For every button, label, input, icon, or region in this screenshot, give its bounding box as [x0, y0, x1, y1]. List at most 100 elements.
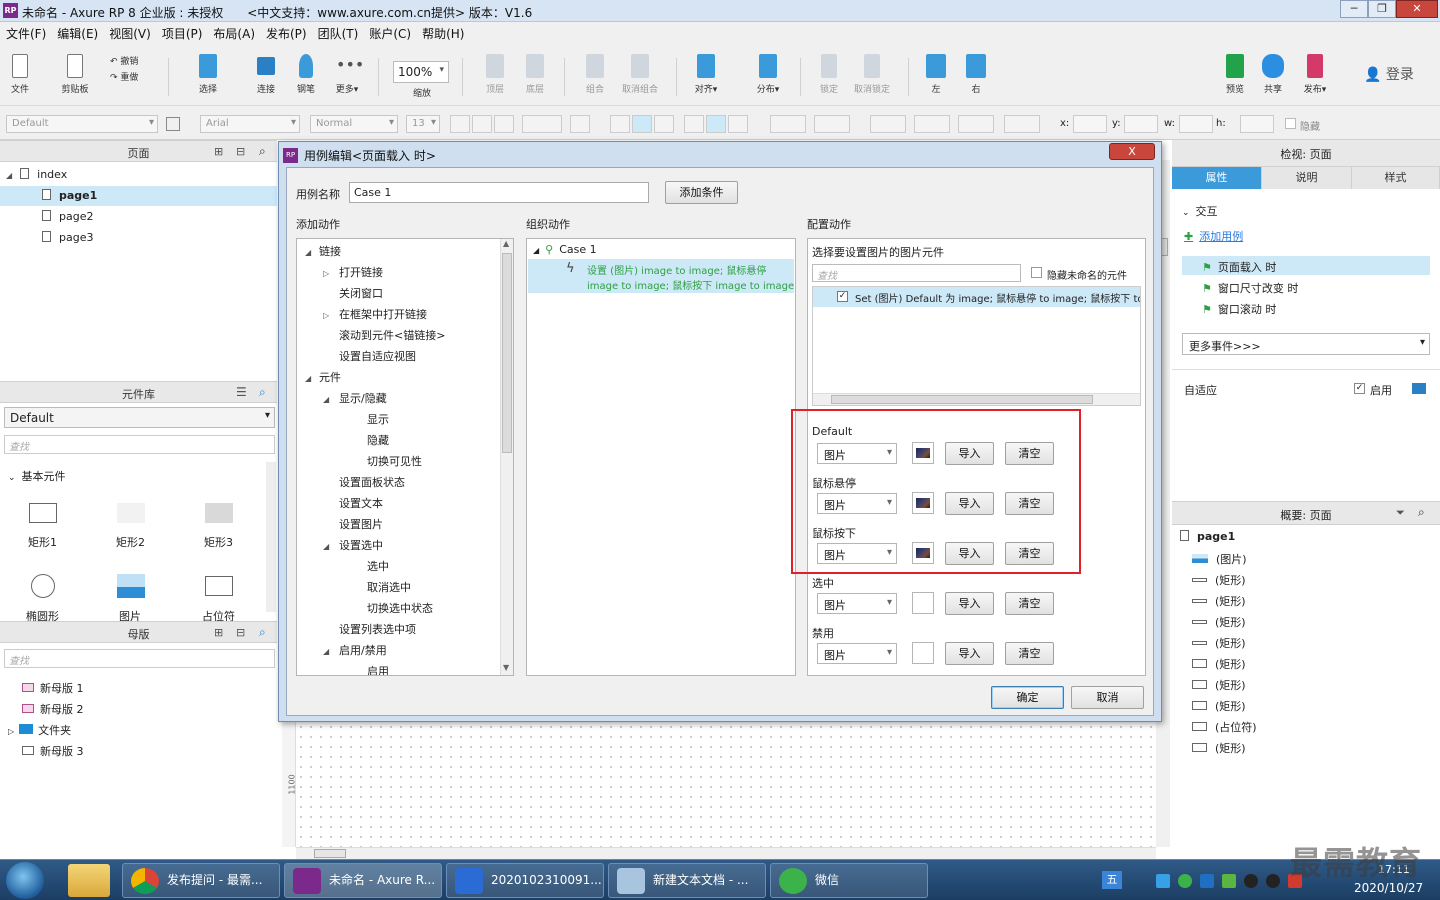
search-icon[interactable]: ⌕ — [1418, 505, 1425, 520]
ok-button[interactable]: 确定 — [991, 686, 1064, 709]
redo-button[interactable]: ↷ 重做 — [110, 70, 150, 86]
maximize-button[interactable]: ❐ — [1368, 0, 1396, 18]
add-master-icon[interactable]: ⊞ — [214, 626, 223, 639]
import-button[interactable]: 导入 — [945, 592, 994, 615]
case-node[interactable]: ◢ ⚲ Case 1 — [533, 243, 597, 256]
tab-properties[interactable]: 属性 — [1172, 167, 1262, 189]
expander-icon[interactable]: ▷ — [323, 311, 337, 320]
publish-button[interactable]: 发布▾ — [1298, 54, 1332, 95]
master-item[interactable]: 新母版 3 — [22, 743, 84, 759]
line-color-button[interactable] — [870, 115, 906, 133]
expander-icon[interactable]: ◢ — [323, 395, 337, 404]
login-button[interactable]: 👤 登录 — [1364, 64, 1414, 84]
expander-icon[interactable]: ▷ — [323, 269, 337, 278]
master-folder[interactable]: ▷ 文件夹 — [8, 722, 71, 738]
left-panel-toggle[interactable]: 左 — [922, 54, 950, 95]
event-page-load[interactable]: ⚑ 页面载入 时 — [1202, 259, 1276, 275]
widget-search-input[interactable]: 查找 — [812, 264, 1021, 282]
action-tree-item[interactable]: 启用 — [341, 663, 389, 675]
library-select[interactable]: Default ▾ — [4, 407, 275, 428]
outline-item[interactable]: (矩形) — [1192, 656, 1246, 672]
task-word[interactable]: 2020102310091... — [446, 863, 604, 898]
add-folder-icon[interactable]: ⊟ — [236, 626, 245, 639]
undo-button[interactable]: ↶ 撤销 — [110, 54, 150, 70]
more-tools-button[interactable]: ••• 更多▾ — [330, 54, 365, 95]
task-notepad[interactable]: 新建文本文档 - ... — [608, 863, 766, 898]
action-tree-item[interactable]: 设置自适应视图 — [323, 348, 416, 364]
task-axure[interactable]: 未命名 - Axure R... — [284, 863, 442, 898]
outline-item[interactable]: (矩形) — [1192, 614, 1246, 630]
line-style-button[interactable] — [958, 115, 994, 133]
distribute-button[interactable]: 分布▾ — [750, 54, 786, 95]
action-tree-item[interactable]: ▷ 在框架中打开链接 — [323, 306, 427, 322]
add-page-icon[interactable]: ⊞ — [214, 145, 223, 158]
menu-icon[interactable]: ☰ — [236, 385, 247, 399]
font-weight-select[interactable]: Normal — [310, 115, 398, 133]
design-canvas[interactable] — [296, 722, 1156, 847]
actions-scrollbar[interactable]: ▲ ▼ — [500, 239, 513, 675]
task-chrome[interactable]: 发布提问 - 最需... — [122, 863, 280, 898]
clear-button[interactable]: 清空 — [1005, 642, 1054, 665]
state-image-select[interactable]: 图片 — [817, 643, 897, 664]
action-item[interactable]: ϟ 设置 (图片) image to image; 鼠标悬停 image to … — [528, 259, 794, 293]
action-tree-item[interactable]: 切换选中状态 — [341, 600, 433, 616]
page-item-page1[interactable]: page1 — [42, 189, 97, 202]
arrow-style-button[interactable] — [1004, 115, 1040, 133]
outline-item[interactable]: (占位符) — [1192, 719, 1257, 735]
task-wechat[interactable]: 微信 — [770, 863, 928, 898]
unlock-button[interactable]: 取消锁定 — [852, 54, 892, 95]
menu-project[interactable]: 项目(P) — [156, 22, 208, 42]
valign-bottom-button[interactable] — [728, 115, 748, 133]
ellipse-widget[interactable] — [31, 574, 55, 598]
right-panel-toggle[interactable]: 右 — [962, 54, 990, 95]
action-tree-item[interactable]: 切换可见性 — [341, 453, 422, 469]
zoom-select[interactable]: 100% ▾ — [393, 61, 449, 83]
search-icon[interactable]: ⌕ — [259, 144, 266, 159]
line-width-button[interactable] — [914, 115, 950, 133]
start-button[interactable] — [6, 862, 44, 899]
clipboard-button[interactable]: 剪贴板 — [56, 54, 94, 95]
ungroup-button[interactable]: 取消组合 — [616, 54, 664, 95]
menu-publish[interactable]: 发布(P) — [260, 22, 312, 42]
search-icon[interactable]: ⌕ — [259, 385, 266, 400]
search-icon[interactable]: ⌕ — [259, 625, 266, 640]
master-item[interactable]: 新母版 2 — [22, 701, 84, 717]
filter-icon[interactable]: ⏷ — [1396, 506, 1405, 520]
enable-checkbox[interactable]: ✓ — [1354, 383, 1365, 394]
rectangle1-widget[interactable] — [29, 503, 57, 523]
bullet-button[interactable] — [570, 115, 590, 133]
add-folder-icon[interactable]: ⊟ — [236, 145, 245, 158]
library-search-input[interactable]: 查找 — [4, 435, 275, 454]
outline-item[interactable]: (矩形) — [1192, 677, 1246, 693]
underline-button[interactable] — [494, 115, 514, 133]
masters-search-input[interactable]: 查找 — [4, 649, 275, 668]
align-right-button[interactable] — [654, 115, 674, 133]
outline-item[interactable]: (矩形) — [1192, 593, 1246, 609]
action-tree-item[interactable]: 设置列表选中项 — [323, 621, 416, 637]
rectangle3-widget[interactable] — [205, 503, 233, 523]
page-item-index[interactable]: ◢ index — [6, 168, 67, 181]
shadow-button[interactable] — [814, 115, 850, 133]
outline-item[interactable]: (矩形) — [1192, 698, 1246, 714]
page-item-page2[interactable]: page2 — [42, 210, 93, 223]
event-window-resize[interactable]: ⚑ 窗口尺寸改变 时 — [1202, 280, 1298, 296]
action-tree-item[interactable]: 显示 — [341, 411, 389, 427]
share-button[interactable]: 共享 — [1258, 54, 1288, 95]
expander-icon[interactable]: ◢ — [323, 542, 337, 551]
pen-tool-button[interactable]: 钢笔 — [292, 54, 320, 95]
horizontal-scrollbar[interactable] — [296, 847, 1156, 859]
action-tree-item[interactable]: 设置面板状态 — [323, 474, 405, 490]
menu-edit[interactable]: 编辑(E) — [51, 22, 103, 42]
italic-button[interactable] — [472, 115, 492, 133]
import-button[interactable]: 导入 — [945, 642, 994, 665]
more-events-select[interactable]: 更多事件>>> ▾ — [1182, 333, 1430, 355]
cancel-button[interactable]: 取消 — [1071, 686, 1144, 709]
align-center-button[interactable] — [632, 115, 652, 133]
event-window-scroll[interactable]: ⚑ 窗口滚动 时 — [1202, 301, 1276, 317]
menu-help[interactable]: 帮助(H) — [416, 22, 469, 42]
case-name-input[interactable]: Case 1 — [349, 182, 649, 203]
action-tree-item[interactable]: ◢ 元件 — [305, 369, 341, 385]
h-input[interactable] — [1240, 115, 1274, 133]
tab-style[interactable]: 样式 — [1352, 167, 1440, 189]
library-scrollbar[interactable] — [266, 462, 276, 612]
